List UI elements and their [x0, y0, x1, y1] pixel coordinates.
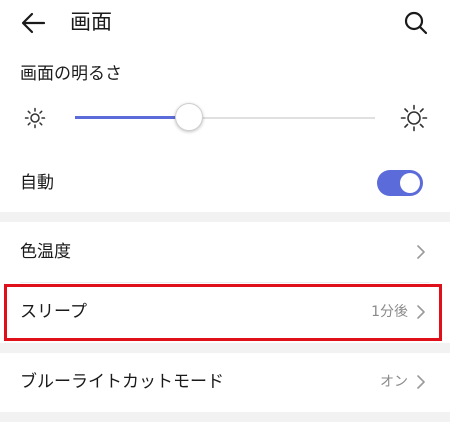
arrow-left-icon [21, 12, 46, 34]
sleep-value: 1分後 [371, 304, 408, 320]
slider-fill [75, 116, 189, 119]
chevron-right-icon [417, 375, 425, 389]
brightness-slider[interactable] [75, 102, 375, 134]
search-button[interactable] [400, 8, 432, 38]
sun-large-icon [400, 104, 428, 132]
auto-brightness-row: 自動 [0, 160, 450, 206]
auto-brightness-label: 自動 [20, 173, 54, 193]
search-icon [404, 11, 428, 35]
toggle-knob [400, 173, 420, 193]
sleep-label: スリープ [20, 302, 87, 322]
brightness-label: 画面の明るさ [20, 64, 122, 84]
auto-brightness-toggle[interactable] [377, 170, 423, 196]
color-temperature-label: 色温度 [20, 242, 71, 262]
page-title: 画面 [70, 10, 112, 34]
sun-small-icon [24, 107, 46, 129]
blue-light-cut-label: ブルーライトカットモード [20, 372, 224, 392]
sleep-row[interactable]: スリープ 1分後 [0, 283, 450, 341]
chevron-right-icon [417, 245, 425, 259]
chevron-right-icon [417, 305, 425, 319]
back-button[interactable] [18, 8, 50, 38]
color-temperature-row[interactable]: 色温度 [0, 223, 450, 281]
section-gap [0, 412, 450, 422]
section-gap [0, 343, 450, 353]
blue-light-cut-value: オン [380, 374, 408, 390]
slider-thumb[interactable] [175, 103, 203, 131]
app-header: 画面 [0, 0, 450, 46]
blue-light-cut-row[interactable]: ブルーライトカットモード オン [0, 353, 450, 411]
section-gap [0, 212, 450, 222]
